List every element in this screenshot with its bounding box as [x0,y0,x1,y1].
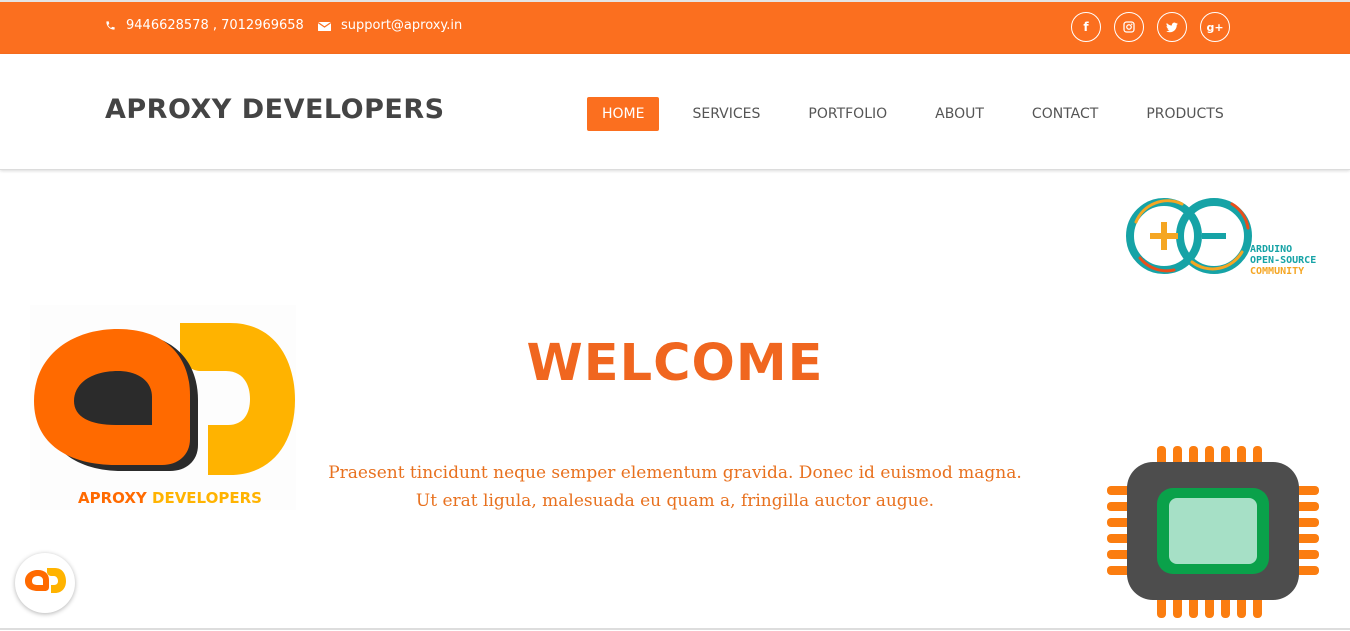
bottom-divider [0,628,1350,630]
logo-caption-aproxy: APROXY [78,489,148,507]
phone-contact[interactable]: 9446628578 , 7012969658 [105,18,304,33]
microchip-icon [1107,446,1319,618]
nav-products[interactable]: PRODUCTS [1131,97,1238,131]
facebook-icon[interactable]: f [1071,12,1101,42]
lead-line-1: Praesent tincidunt neque semper elementu… [328,463,1022,483]
email-contact[interactable]: support@aproxy.in [318,18,462,33]
brand-title[interactable]: APROXY DEVELOPERS [105,94,445,125]
arduino-logo: ARDUINO OPEN-SOURCE COMMUNITY [1122,192,1342,284]
aproxy-logo-mark: APROXY DEVELOPERS [34,323,295,507]
top-bar: 9446628578 , 7012969658 support@aproxy.i… [0,0,1350,54]
main-menu: HOME SERVICES PORTFOLIO ABOUT CONTACT PR… [587,97,1257,131]
arduino-infinity-mark: ARDUINO OPEN-SOURCE COMMUNITY [1126,198,1316,277]
envelope-icon [318,21,331,31]
lead-line-2: Ut erat ligula, malesuada eu quam a, fri… [415,491,935,511]
nav-home[interactable]: HOME [587,97,660,131]
nav-contact[interactable]: CONTACT [1017,97,1113,131]
twitter-glyph [1166,22,1178,32]
twitter-icon[interactable] [1157,12,1187,42]
instagram-icon[interactable] [1114,12,1144,42]
arduino-label: ARDUINO [1250,244,1292,255]
google-plus-icon[interactable]: g+ [1200,12,1230,42]
social-links: f g+ [1071,12,1230,42]
facebook-glyph: f [1083,20,1089,34]
aproxy-logo: APROXY DEVELOPERS [30,305,296,510]
arduino-sub-label: OPEN-SOURCE [1250,255,1316,266]
google-plus-glyph: g+ [1206,20,1224,34]
floating-logo-badge[interactable] [15,553,75,613]
nav-services[interactable]: SERVICES [677,97,775,131]
main-navbar: APROXY DEVELOPERS HOME SERVICES PORTFOLI… [0,54,1350,170]
aproxy-badge-icon [25,568,66,593]
microchip-illustration [1107,446,1319,618]
phone-icon [106,21,115,30]
nav-portfolio[interactable]: PORTFOLIO [793,97,902,131]
nav-about[interactable]: ABOUT [920,97,999,131]
welcome-lead: Praesent tincidunt neque semper elementu… [300,459,1050,515]
instagram-glyph [1123,21,1135,33]
logo-caption-developers: DEVELOPERS [152,489,262,507]
email-address: support@aproxy.in [341,18,463,33]
arduino-community-label: COMMUNITY [1250,266,1304,277]
phone-numbers: 9446628578 , 7012969658 [126,18,304,33]
